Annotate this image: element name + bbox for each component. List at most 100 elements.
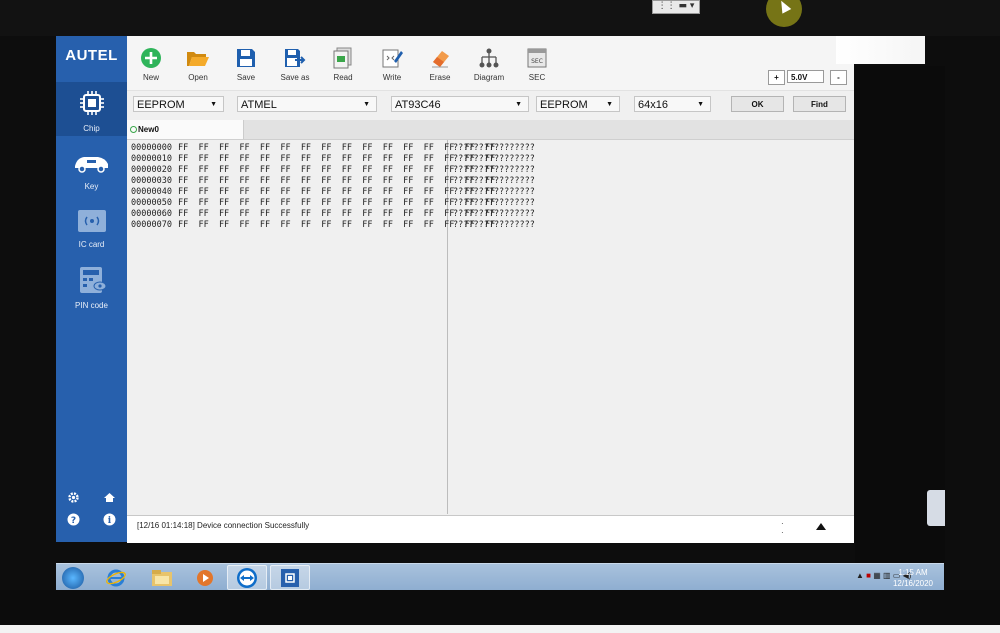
info-icon[interactable]: i (102, 512, 116, 526)
toolbar: New Open Save Save as Read Write Erase D… (127, 36, 925, 91)
save-as-button[interactable]: Save as (272, 46, 318, 82)
read-label: Read (333, 73, 353, 82)
ascii-row: ???????????????? (453, 143, 535, 153)
remote-control-widget[interactable]: ⋮⋮ ▬ ▾ (652, 0, 700, 14)
hex-row: 00000020 FF FF FF FF FF FF FF FF FF FF FF… (131, 165, 495, 176)
save-button[interactable]: Save (223, 46, 269, 82)
sidebar-item-chip[interactable]: Chip (56, 82, 127, 136)
tray-expand-icon[interactable]: ▲ (856, 571, 864, 580)
hex-row: 00000040 FF FF FF FF FF FF FF FF FF FF FF… (131, 187, 495, 198)
svg-text:SEC: SEC (531, 58, 543, 65)
find-button[interactable]: Find (793, 96, 846, 112)
write-label: Write (382, 73, 402, 82)
read-button[interactable]: Read (320, 46, 366, 82)
gear-icon[interactable] (66, 490, 80, 504)
open-button[interactable]: Open (175, 46, 221, 82)
dropdown-arrow-icon: ▼ (606, 101, 613, 108)
sec-icon: SEC (514, 46, 560, 70)
remote-side-tab[interactable] (927, 490, 945, 526)
page-bottom-edge (0, 625, 1000, 633)
dropdown-arrow-icon: ▼ (210, 101, 217, 108)
open-label: Open (188, 73, 208, 82)
start-button[interactable] (62, 567, 84, 589)
media-player-icon[interactable] (185, 565, 225, 590)
save-as-label: Save as (280, 73, 310, 82)
ascii-row: ???????????????? (453, 176, 535, 186)
hex-address: 00000050 (131, 198, 172, 208)
voltage-increase-button[interactable]: + (768, 70, 785, 85)
clock-date: 12/16/2020 (892, 579, 934, 588)
dropdown-value: AT93C46 (395, 99, 441, 111)
add-icon (128, 46, 174, 70)
diagram-button[interactable]: Diagram (466, 46, 512, 82)
file-explorer-icon[interactable] (142, 565, 182, 590)
tab-status-icon (130, 126, 137, 133)
hex-address: 00000000 (131, 143, 172, 153)
taskbar-clock[interactable]: 1:15 AM 12/16/2020 (888, 567, 938, 589)
internet-explorer-icon[interactable] (96, 565, 136, 590)
sidebar-item-label: PIN code (75, 301, 108, 310)
help-icon[interactable]: ? (66, 512, 80, 526)
home-icon[interactable] (102, 490, 116, 504)
new-button[interactable]: New (128, 46, 174, 82)
ic-card-icon (56, 208, 127, 236)
autel-chip-app-icon[interactable] (270, 565, 310, 590)
dropdown-value: EEPROM (137, 99, 185, 111)
hex-row: 00000030 FF FF FF FF FF FF FF FF FF FF FF… (131, 176, 495, 187)
tab-new0[interactable]: New0 (127, 120, 244, 139)
sidebar-utility-row (66, 490, 116, 504)
write-icon (369, 46, 415, 70)
ascii-row: ???????????????? (453, 187, 535, 197)
tray-device-icon[interactable]: ▦ (873, 571, 881, 580)
ascii-row: ???????????????? (453, 198, 535, 208)
manufacturer-dropdown[interactable]: ATMEL ▼ (237, 96, 377, 112)
new-label: New (142, 73, 159, 82)
ok-button[interactable]: OK (731, 96, 784, 112)
diagram-icon (466, 46, 512, 70)
svg-text:i: i (107, 516, 111, 526)
status-log: [12/16 01:14:18] Device connection Succe… (127, 515, 854, 543)
dropdown-value: ATMEL (241, 99, 277, 111)
voltage-decrease-button[interactable]: - (830, 70, 847, 85)
status-message: [12/16 01:14:18] Device connection Succe… (137, 521, 310, 530)
hex-address: 00000060 (131, 209, 172, 219)
dropdown-value: 64x16 (638, 99, 668, 111)
screen-background (0, 0, 1000, 36)
sidebar-item-pin-code[interactable]: PIN code (56, 265, 127, 310)
organization-dropdown[interactable]: 64x16 ▼ (634, 96, 711, 112)
collapse-up-icon[interactable] (816, 522, 826, 532)
hex-address: 00000030 (131, 176, 172, 186)
save-as-icon (272, 46, 318, 70)
ascii-row: ???????????????? (453, 154, 535, 164)
sidebar-item-ic-card[interactable]: IC card (56, 208, 127, 249)
chip-selection-row: EEPROM ▼ ATMEL ▼ AT93C46 ▼ EEPROM ▼ 64x16 ▼ O… (127, 92, 854, 120)
hex-row: 00000000 FF FF FF FF FF FF FF FF FF FF FF… (131, 143, 495, 154)
erase-icon (417, 46, 463, 70)
tray-security-icon[interactable]: ■ (866, 571, 871, 580)
save-label: Save (236, 73, 256, 82)
toolbar-faded-area (836, 36, 925, 64)
car-key-icon (56, 150, 127, 178)
log-resize-icon[interactable]: · · (781, 519, 784, 537)
erase-button[interactable]: Erase (417, 46, 463, 82)
sidebar: AUTEL Chip Key IC card PIN code ? i (56, 36, 127, 542)
teamviewer-icon[interactable] (227, 565, 267, 590)
sidebar-item-key[interactable]: Key (56, 150, 127, 191)
chip-model-dropdown[interactable]: AT93C46 ▼ (391, 96, 529, 112)
clock-time: 1:15 AM (898, 568, 928, 577)
hex-editor[interactable]: 00000000 FF FF FF FF FF FF FF FF FF FF FF… (127, 140, 854, 514)
sidebar-item-label: Chip (83, 124, 100, 133)
hex-pane[interactable]: 00000000 FF FF FF FF FF FF FF FF FF FF FF… (127, 140, 495, 514)
dropdown-arrow-icon: ▼ (363, 101, 370, 108)
write-button[interactable]: Write (369, 46, 415, 82)
ascii-pane[interactable]: ???????????????? ???????????????? ??????… (448, 140, 854, 514)
document-tabbar: New0 (127, 120, 854, 140)
memory-type-dropdown[interactable]: EEPROM ▼ (536, 96, 620, 112)
sec-button[interactable]: SEC SEC (514, 46, 560, 82)
sidebar-item-label: Key (84, 182, 99, 191)
sidebar-utility-row-2: ? i (66, 512, 116, 526)
dropdown-arrow-icon: ▼ (515, 101, 522, 108)
hex-row: 00000070 FF FF FF FF FF FF FF FF FF FF FF… (131, 220, 495, 231)
chip-type-dropdown[interactable]: EEPROM ▼ (133, 96, 224, 112)
autel-app-window: AUTEL Chip Key IC card PIN code ? i New … (56, 36, 925, 543)
